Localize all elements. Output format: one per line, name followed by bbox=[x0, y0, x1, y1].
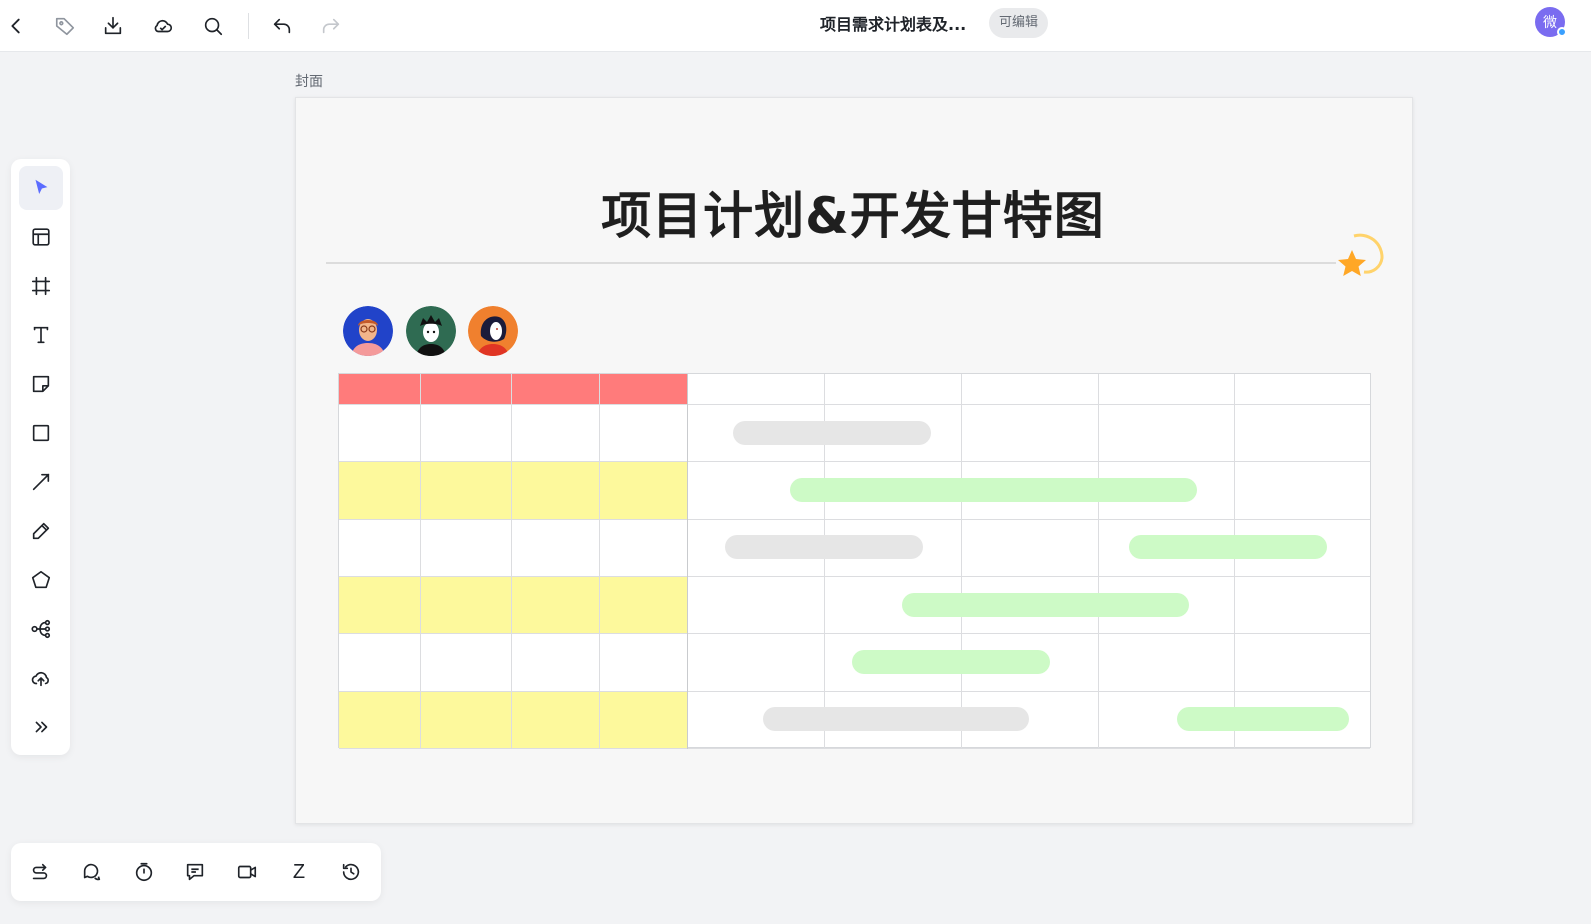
gantt-col-line bbox=[599, 374, 600, 749]
text-tool[interactable] bbox=[19, 313, 63, 357]
redo-icon[interactable] bbox=[315, 10, 347, 42]
line-tool[interactable] bbox=[19, 460, 63, 504]
gantt-table[interactable] bbox=[338, 373, 1371, 749]
timer-icon[interactable] bbox=[124, 852, 164, 892]
back-icon[interactable] bbox=[0, 10, 32, 42]
gantt-col-line bbox=[687, 374, 688, 749]
pen-icon bbox=[32, 522, 50, 540]
gantt-row-line bbox=[339, 518, 1370, 520]
edit-permission-badge[interactable]: 可编辑 bbox=[989, 8, 1049, 38]
pentagon-icon bbox=[31, 570, 51, 589]
switch-icon[interactable] bbox=[20, 852, 60, 892]
gantt-col-line bbox=[420, 374, 421, 749]
cloud-upload-icon bbox=[31, 671, 49, 687]
tag-icon[interactable] bbox=[49, 10, 81, 42]
frame-tool[interactable] bbox=[19, 264, 63, 308]
gantt-row-3 bbox=[339, 518, 687, 576]
gantt-col-line bbox=[1234, 374, 1235, 749]
search-icon[interactable] bbox=[197, 10, 229, 42]
comment-icon[interactable] bbox=[175, 852, 215, 892]
shape-tool[interactable] bbox=[19, 411, 63, 455]
gantt-row-line bbox=[339, 747, 1370, 749]
frame-icon bbox=[31, 276, 51, 296]
star-decoration-icon bbox=[1338, 233, 1384, 276]
toolbar-divider bbox=[248, 13, 249, 39]
gantt-header-cells bbox=[339, 374, 687, 404]
gantt-row-line bbox=[339, 461, 1370, 463]
gantt-task-bar bbox=[852, 649, 1050, 674]
chat-icon[interactable] bbox=[72, 852, 112, 892]
history-icon[interactable] bbox=[331, 852, 371, 892]
cover-title[interactable]: 项目计划&开发甘特图 bbox=[296, 176, 1410, 248]
cover-frame[interactable]: 项目计划&开发甘特图 bbox=[295, 97, 1413, 824]
mindmap-tool[interactable] bbox=[19, 607, 63, 651]
square-icon bbox=[32, 424, 50, 442]
gantt-row-line bbox=[339, 633, 1370, 635]
gantt-task-bar bbox=[902, 592, 1189, 617]
bottom-toolbar: Z bbox=[11, 843, 381, 901]
layout-icon bbox=[32, 228, 50, 246]
cloud-icon[interactable] bbox=[147, 10, 179, 42]
line-icon bbox=[32, 473, 50, 491]
gantt-row-5 bbox=[339, 633, 687, 691]
document-title[interactable]: 项目需求计划表及... bbox=[820, 12, 966, 38]
gantt-col-line bbox=[511, 374, 512, 749]
text-icon bbox=[33, 326, 49, 344]
avatar-glasses-man[interactable] bbox=[343, 306, 393, 356]
gantt-task-bar bbox=[763, 707, 1029, 732]
gantt-task-bar bbox=[790, 477, 1197, 502]
undo-icon[interactable] bbox=[266, 10, 298, 42]
gantt-row-line bbox=[339, 690, 1370, 692]
sticky-note-tool[interactable] bbox=[19, 362, 63, 406]
left-toolbar bbox=[11, 159, 70, 755]
user-avatar-char: 微 bbox=[1543, 15, 1557, 31]
gantt-col-line bbox=[961, 374, 962, 749]
download-icon[interactable] bbox=[97, 10, 129, 42]
title-divider-line bbox=[326, 262, 1336, 264]
avatar-woman-red[interactable] bbox=[468, 306, 518, 356]
gantt-task-bar bbox=[1177, 707, 1349, 732]
cursor-arrow-icon bbox=[35, 179, 48, 194]
template-tool[interactable] bbox=[19, 215, 63, 259]
gantt-row-2 bbox=[339, 461, 687, 519]
mindmap-icon bbox=[31, 619, 51, 639]
online-status-dot bbox=[1557, 27, 1567, 37]
double-chevron-right-icon bbox=[35, 721, 48, 733]
gantt-row-line bbox=[339, 404, 1370, 405]
upload-tool[interactable] bbox=[19, 656, 63, 700]
gantt-task-bar bbox=[733, 420, 931, 445]
gantt-row-4 bbox=[339, 575, 687, 634]
gantt-row-line bbox=[339, 575, 1370, 577]
gantt-row-1 bbox=[339, 404, 687, 462]
more-tools[interactable] bbox=[19, 705, 63, 749]
frame-label[interactable]: 封面 bbox=[295, 71, 323, 91]
top-bar: 项目需求计划表及... 可编辑 微 bbox=[0, 0, 1591, 52]
sleep-glyph: Z bbox=[292, 860, 306, 883]
gantt-task-bar bbox=[725, 535, 923, 560]
sleep-icon[interactable]: Z bbox=[279, 852, 319, 892]
gantt-col-line bbox=[1098, 374, 1099, 749]
user-avatar[interactable]: 微 bbox=[1535, 7, 1567, 37]
avatar-spiky-hair[interactable] bbox=[406, 306, 456, 356]
gantt-row-6 bbox=[339, 690, 687, 748]
select-tool[interactable] bbox=[19, 166, 63, 210]
polygon-tool[interactable] bbox=[19, 558, 63, 602]
video-icon[interactable] bbox=[227, 852, 267, 892]
sticky-note-icon bbox=[32, 375, 50, 393]
pen-tool[interactable] bbox=[19, 509, 63, 553]
gantt-task-bar bbox=[1129, 535, 1327, 560]
